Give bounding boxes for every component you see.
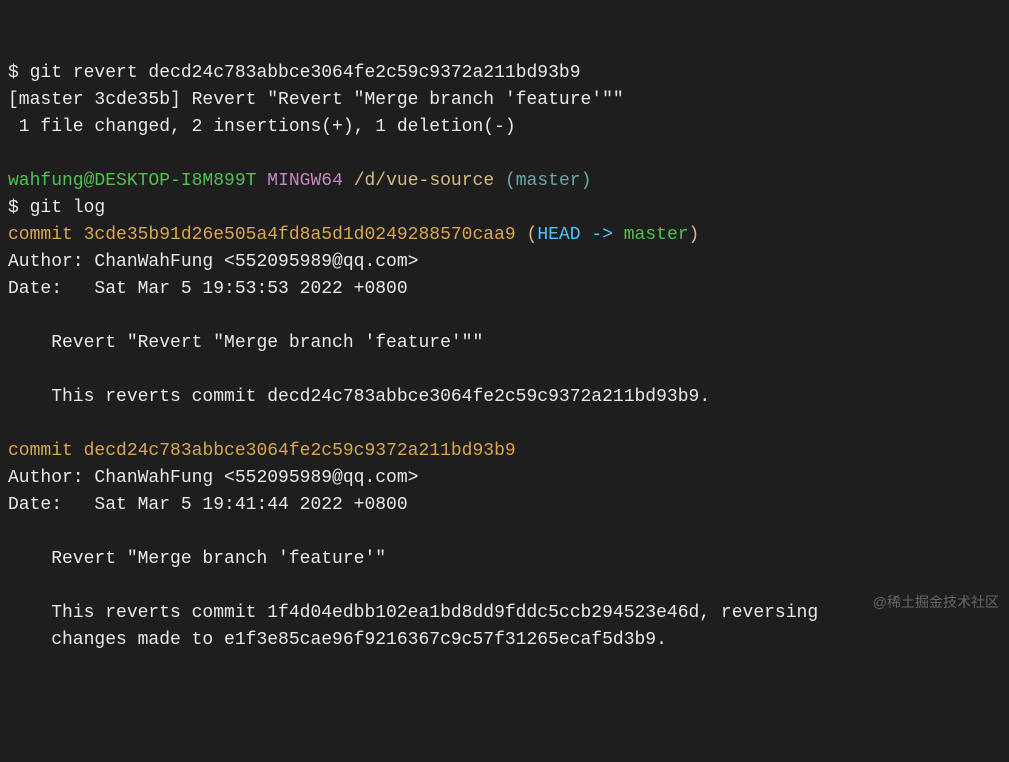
commit-line: commit decd24c783abbce3064fe2c59c9372a21… (8, 441, 516, 461)
commit-message: Revert "Merge branch 'feature'" (8, 549, 386, 569)
git-revert-command: git revert decd24c783abbce3064fe2c59c937… (30, 63, 581, 83)
commit-message-body: This reverts commit 1f4d04edbb102ea1bd8d… (8, 603, 818, 623)
master-ref: master (624, 225, 689, 245)
prompt-branch: (master) (505, 171, 591, 191)
commit-date: Date: Sat Mar 5 19:53:53 2022 +0800 (8, 279, 408, 299)
prompt-symbol: $ (8, 63, 30, 83)
prompt-path: /d/vue-source (354, 171, 494, 191)
commit-message: Revert "Revert "Merge branch 'feature'"" (8, 333, 483, 353)
commit-message-body: changes made to e1f3e85cae96f9216367c9c5… (8, 630, 667, 650)
git-log-command: git log (30, 198, 106, 218)
prompt-symbol: $ (8, 198, 30, 218)
commit-author: Author: ChanWahFung <552095989@qq.com> (8, 468, 418, 488)
commit-line: commit 3cde35b91d26e505a4fd8a5d1d0249288… (8, 225, 516, 245)
prompt-user-host: wahfung@DESKTOP-I8M899T (8, 171, 256, 191)
head-ref: HEAD -> (537, 225, 623, 245)
commit-author: Author: ChanWahFung <552095989@qq.com> (8, 252, 418, 272)
watermark: @稀土掘金技术社区 (873, 592, 999, 613)
prompt-mingw: MINGW64 (267, 171, 343, 191)
ref-open-paren: ( (516, 225, 538, 245)
commit-message-body: This reverts commit decd24c783abbce3064f… (8, 387, 710, 407)
ref-close-paren: ) (689, 225, 700, 245)
commit-date: Date: Sat Mar 5 19:41:44 2022 +0800 (8, 495, 408, 515)
terminal-output: $ git revert decd24c783abbce3064fe2c59c9… (8, 60, 1001, 654)
files-changed: 1 file changed, 2 insertions(+), 1 delet… (8, 117, 516, 137)
revert-result: [master 3cde35b] Revert "Revert "Merge b… (8, 90, 624, 110)
